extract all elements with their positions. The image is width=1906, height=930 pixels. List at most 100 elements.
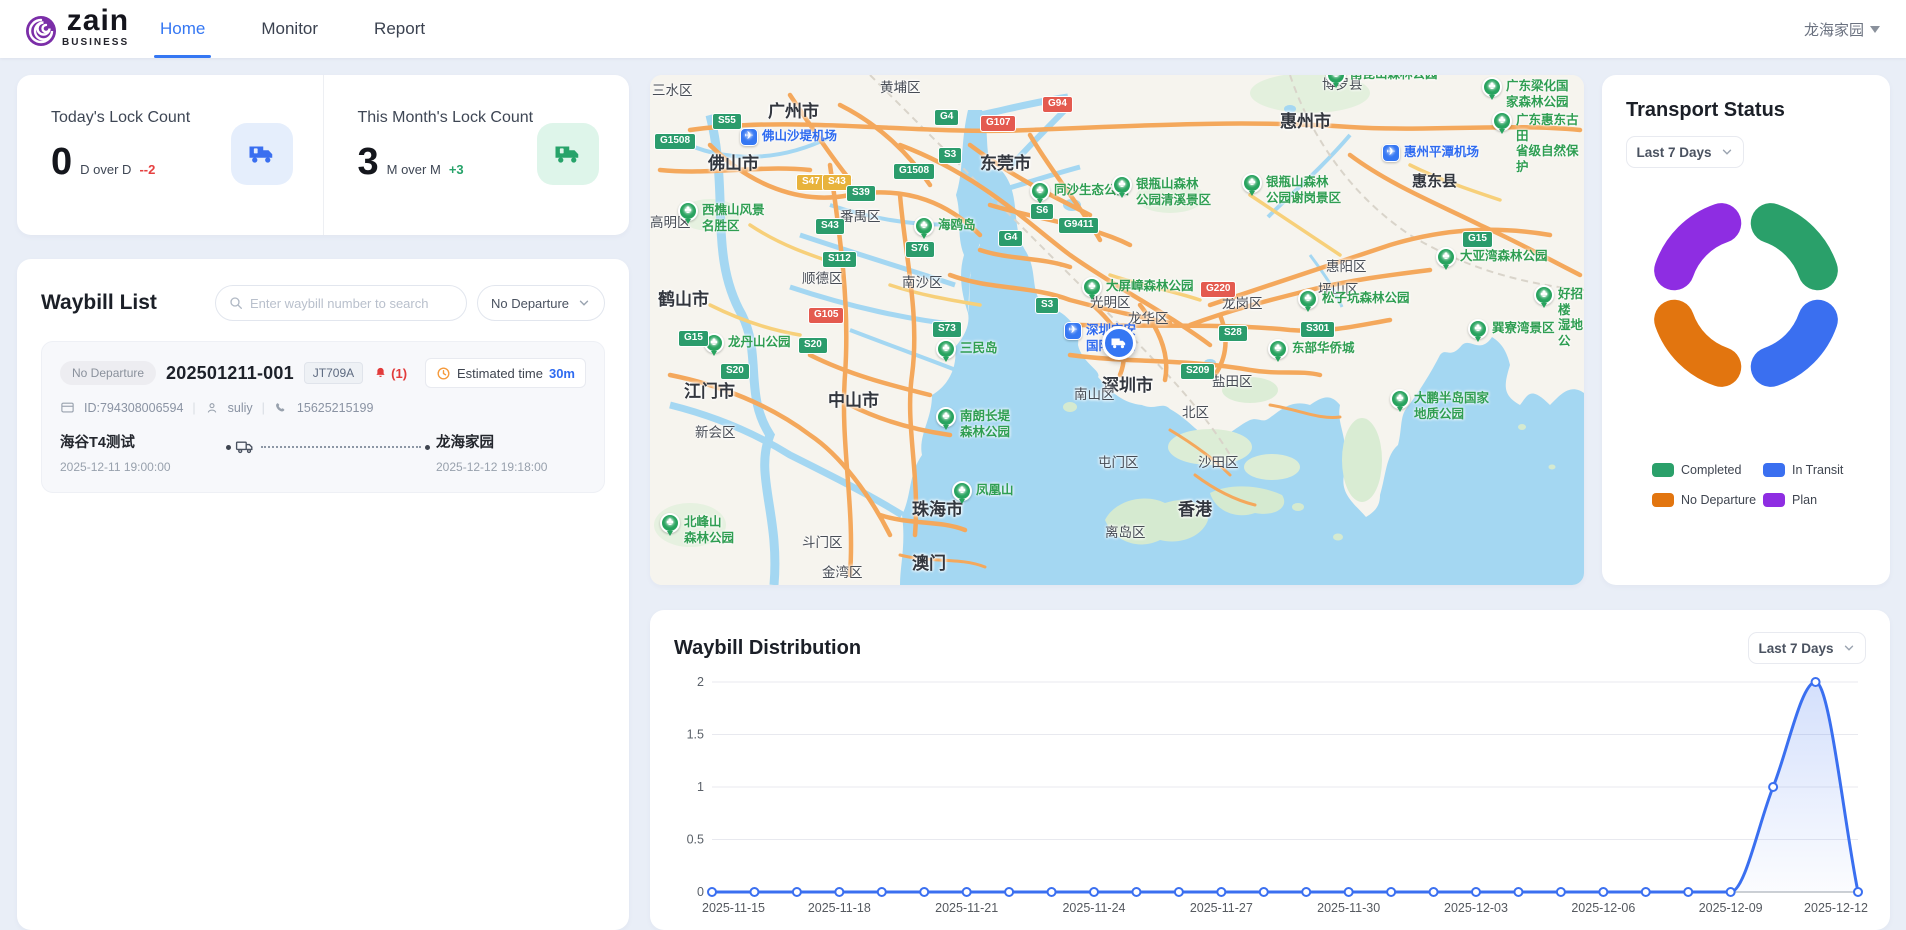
- destination-name: 龙海家园: [436, 431, 586, 452]
- waybill-item[interactable]: No Departure 202501211-001 JT709A (1) Es…: [41, 341, 605, 493]
- donut-segment-no-departure: [1674, 320, 1721, 367]
- waybill-number: 202501211-001: [166, 363, 294, 384]
- data-point: [1812, 678, 1820, 686]
- today-lock-count: Today's Lock Count 0 D over D --2: [17, 75, 323, 235]
- chevron-down-icon: [1842, 641, 1856, 655]
- data-point: [1727, 888, 1735, 896]
- legend-label: In Transit: [1792, 463, 1843, 477]
- data-point: [1048, 888, 1056, 896]
- data-point: [1684, 888, 1692, 896]
- store-name: 龙海家园: [1804, 19, 1864, 40]
- transport-range-value: Last 7 Days: [1636, 145, 1711, 160]
- data-point: [1642, 888, 1650, 896]
- lock-count-card: Today's Lock Count 0 D over D --2 This M…: [17, 75, 629, 235]
- map[interactable]: 广州市佛山市东莞市惠州市深圳市中山市江门市珠海市鹤山市香港澳门惠东县三水区黄埔区…: [650, 75, 1584, 585]
- y-tick-label: 1: [697, 780, 704, 794]
- data-point: [793, 888, 801, 896]
- alarm-count: (1): [391, 366, 407, 381]
- y-tick-label: 0.5: [687, 833, 704, 847]
- waybill-distribution-card: Waybill Distribution Last 7 Days 00.511.…: [650, 610, 1890, 930]
- store-selector[interactable]: 龙海家园: [1804, 0, 1880, 58]
- driver-phone: 15625215199: [297, 401, 373, 415]
- legend-completed: Completed: [1652, 463, 1741, 477]
- waybill-status-badge: No Departure: [60, 361, 156, 385]
- data-point: [1260, 888, 1268, 896]
- month-lock-count: This Month's Lock Count 3 M over M +3: [323, 75, 630, 235]
- x-tick-label: 2025-11-27: [1190, 901, 1253, 915]
- waybill-status-filter[interactable]: No Departure: [477, 285, 605, 321]
- month-compare-label: M over M: [387, 162, 441, 177]
- clock-icon: [436, 366, 451, 381]
- truck-icon-green: [537, 123, 599, 185]
- x-tick-label: 2025-11-15: [702, 901, 765, 915]
- legend-plan: Plan: [1763, 493, 1817, 507]
- bell-icon: [373, 366, 388, 381]
- data-point: [1175, 888, 1183, 896]
- waybill-search-input[interactable]: [250, 296, 454, 311]
- data-point: [1769, 783, 1777, 791]
- alarm-indicator: (1): [373, 366, 407, 381]
- donut-segment-in-transit: [1771, 320, 1818, 367]
- legend-swatch: [1763, 493, 1785, 507]
- vehicle-plate: JT709A: [304, 362, 363, 384]
- device-id: ID:794308006594: [84, 401, 183, 415]
- chevron-down-icon: [1720, 145, 1734, 159]
- main-nav: Home Monitor Report: [160, 0, 425, 58]
- donut-segment-plan: [1674, 223, 1721, 270]
- driver-name: suliy: [228, 401, 253, 415]
- eta-value: 30m: [549, 366, 575, 381]
- route-end-dot: [425, 445, 430, 450]
- x-tick-label: 2025-12-09: [1699, 901, 1763, 915]
- separator: |: [262, 401, 265, 415]
- donut-segment-completed: [1771, 223, 1818, 270]
- nav-home[interactable]: Home: [160, 0, 205, 58]
- waybill-list-title: Waybill List: [41, 291, 157, 315]
- y-tick-label: 1.5: [687, 728, 704, 742]
- dropdown-triangle-icon: [1870, 26, 1880, 33]
- logo-subtext: BUSINESS: [62, 37, 129, 48]
- transport-range-select[interactable]: Last 7 Days: [1626, 136, 1744, 168]
- eta-chip: Estimated time 30m: [425, 358, 586, 388]
- logo-text: zain: [67, 6, 129, 36]
- data-point: [1345, 888, 1353, 896]
- legend-label: Plan: [1792, 493, 1817, 507]
- legend-in-transit: In Transit: [1763, 463, 1843, 477]
- driver-icon: [205, 401, 219, 415]
- arrive-time: 2025-12-12 19:18:00: [436, 460, 586, 474]
- transport-status-title: Transport Status: [1626, 99, 1866, 122]
- data-point: [1514, 888, 1522, 896]
- data-point: [1090, 888, 1098, 896]
- vehicle-marker[interactable]: [1102, 326, 1136, 360]
- data-point: [1472, 888, 1480, 896]
- waybill-list-card: Waybill List No Departure No Departure 2…: [17, 259, 629, 930]
- today-compare-label: D over D: [80, 162, 131, 177]
- x-tick-label: 2025-11-21: [935, 901, 998, 915]
- nav-report[interactable]: Report: [374, 0, 425, 58]
- nav-monitor[interactable]: Monitor: [261, 0, 318, 58]
- legend-swatch: [1763, 463, 1785, 477]
- x-tick-label: 2025-11-30: [1317, 901, 1380, 915]
- legend-no-departure: No Departure: [1652, 493, 1756, 507]
- route-start-dot: [226, 445, 231, 450]
- distribution-range-select[interactable]: Last 7 Days: [1748, 632, 1866, 664]
- data-point: [1005, 888, 1013, 896]
- waybill-search[interactable]: [215, 285, 467, 321]
- y-tick-label: 0: [697, 885, 704, 899]
- top-bar: zain BUSINESS Home Monitor Report 龙海家园: [0, 0, 1906, 58]
- data-point: [963, 888, 971, 896]
- x-tick-label: 2025-12-12: [1804, 901, 1868, 915]
- legend-swatch: [1652, 493, 1674, 507]
- route-truck-icon: [235, 439, 255, 455]
- truck-icon-blue: [231, 123, 293, 185]
- transport-status-card: Transport Status Last 7 Days Completed I…: [1602, 75, 1890, 585]
- distribution-range-value: Last 7 Days: [1758, 641, 1833, 656]
- route-progress: [220, 439, 436, 455]
- zain-logo: zain BUSINESS: [22, 6, 129, 50]
- depart-time: 2025-12-11 19:00:00: [60, 460, 220, 474]
- distribution-line-chart: 00.511.522025-11-152025-11-182025-11-212…: [666, 668, 1874, 924]
- route-dotted-line: [261, 446, 421, 448]
- legend-label: No Departure: [1681, 493, 1756, 507]
- filter-value: No Departure: [491, 296, 569, 311]
- data-point: [1599, 888, 1607, 896]
- search-icon: [228, 295, 244, 311]
